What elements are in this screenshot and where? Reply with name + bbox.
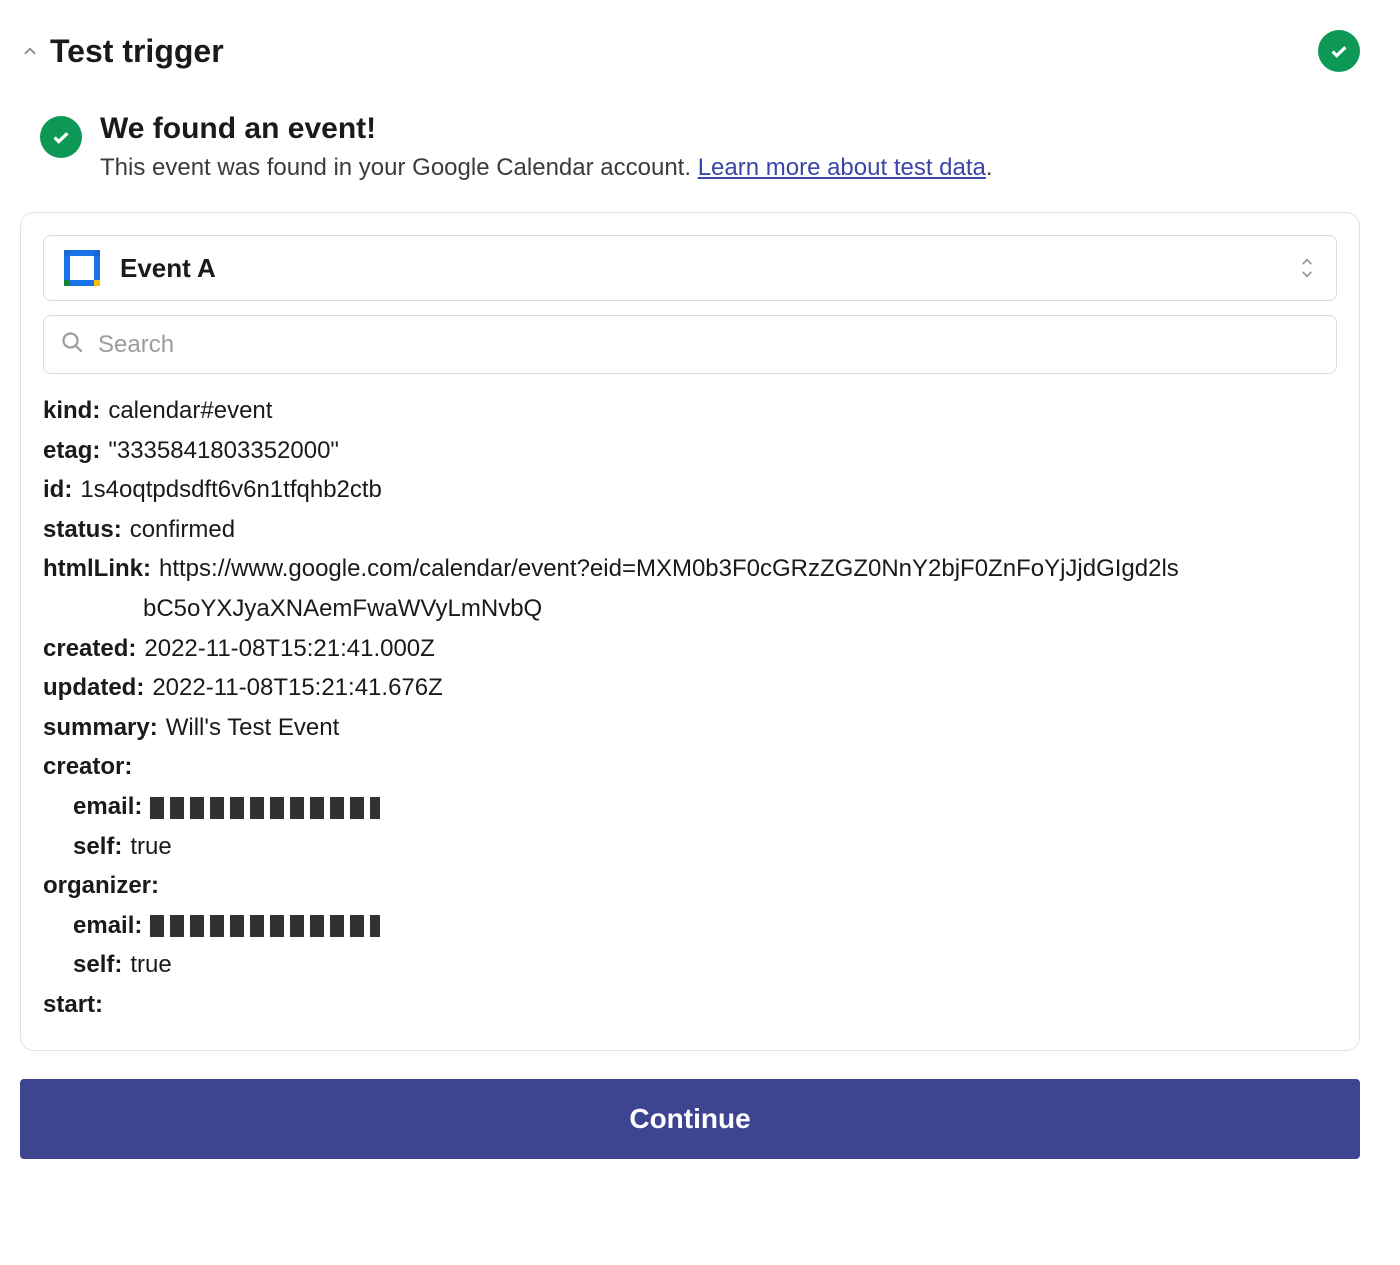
chevron-up-icon[interactable] xyxy=(20,41,40,61)
field-start: start: xyxy=(43,988,1337,1022)
field-creator: creator: xyxy=(43,750,1337,784)
redacted-email xyxy=(150,797,380,819)
event-selector-label: Event A xyxy=(120,253,1298,284)
field-organizer-email: email: xyxy=(43,909,1337,943)
field-creator-self: self: true xyxy=(43,830,1337,864)
field-htmllink-cont: bC5oYXJyaXNAemFwaWVyLmNvbQ xyxy=(43,592,1337,626)
up-down-chevron-icon xyxy=(1298,256,1318,280)
field-id: id: 1s4oqtpdsdft6v6n1tfqhb2ctb xyxy=(43,473,1337,507)
event-data-panel: Event A kind: calendar#event etag: "3335… xyxy=(20,212,1360,1051)
field-updated: updated: 2022-11-08T15:21:41.676Z xyxy=(43,671,1337,705)
redacted-email xyxy=(150,915,380,937)
found-title: We found an event! xyxy=(100,112,1340,146)
field-htmllink: htmlLink: https://www.google.com/calenda… xyxy=(43,552,1337,586)
found-subtitle: This event was found in your Google Cale… xyxy=(100,154,1340,182)
google-calendar-icon xyxy=(62,248,102,288)
continue-button[interactable]: Continue xyxy=(20,1079,1360,1159)
section-title: Test trigger xyxy=(50,33,224,70)
event-selector[interactable]: Event A xyxy=(43,235,1337,301)
field-etag: etag: "3335841803352000" xyxy=(43,434,1337,468)
event-fields-list: kind: calendar#event etag: "333584180335… xyxy=(43,394,1337,1022)
checkmark-icon xyxy=(40,116,82,158)
found-event-message: We found an event! This event was found … xyxy=(20,102,1360,212)
field-organizer: organizer: xyxy=(43,869,1337,903)
field-creator-email: email: xyxy=(43,790,1337,824)
field-kind: kind: calendar#event xyxy=(43,394,1337,428)
section-header: Test trigger xyxy=(20,20,1360,102)
field-status: status: confirmed xyxy=(43,513,1337,547)
search-field[interactable] xyxy=(43,315,1337,374)
field-organizer-self: self: true xyxy=(43,948,1337,982)
checkmark-icon xyxy=(1318,30,1360,72)
learn-more-link[interactable]: Learn more about test data xyxy=(698,154,986,181)
search-input[interactable] xyxy=(98,331,1320,359)
search-icon xyxy=(60,330,98,359)
field-created: created: 2022-11-08T15:21:41.000Z xyxy=(43,632,1337,666)
field-summary: summary: Will's Test Event xyxy=(43,711,1337,745)
